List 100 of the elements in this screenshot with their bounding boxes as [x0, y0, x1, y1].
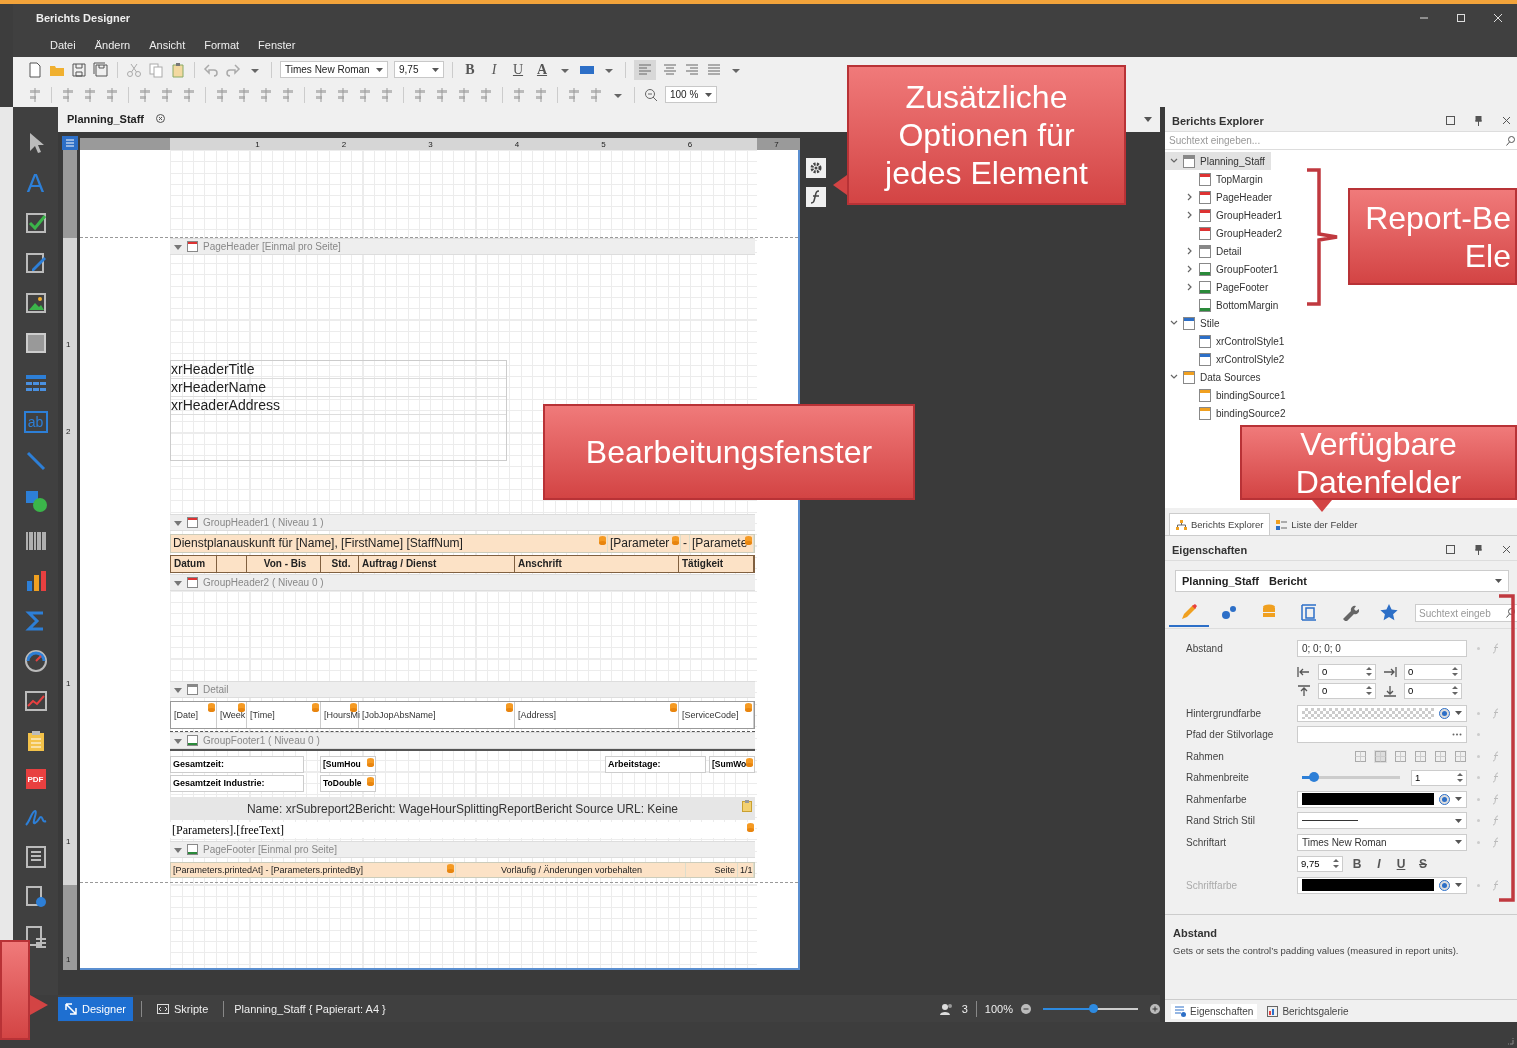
font-dropdown[interactable]: Times New Roman — [280, 61, 388, 78]
report-cell[interactable]: [Address] — [515, 702, 679, 728]
column-header[interactable]: Std. — [321, 556, 359, 572]
menu-item[interactable]: Format — [204, 38, 240, 51]
tree-item[interactable]: Stile — [1165, 314, 1226, 332]
tree-item[interactable]: xrControlStyle2 — [1181, 350, 1291, 368]
italic-button[interactable]: I — [1371, 856, 1387, 871]
italic-button[interactable]: I — [485, 61, 503, 78]
menu-item[interactable]: Datei — [50, 38, 76, 51]
font-size-dropdown[interactable]: 9,75 — [394, 61, 444, 78]
tree-item[interactable]: GroupFooter1 — [1181, 260, 1285, 278]
font-color-button[interactable]: A — [533, 61, 551, 78]
underline-button[interactable]: U — [509, 61, 527, 78]
column-header[interactable]: Auftrag / Dienst — [359, 556, 515, 572]
report-cell[interactable]: [Paramete — [690, 535, 754, 552]
mode-tab[interactable]: Skripte — [150, 996, 216, 1021]
tree-label: BottomMargin — [1216, 299, 1279, 311]
report-cell[interactable]: [SumHou — [320, 756, 376, 773]
tree-item[interactable]: Planning_Staff — [1165, 152, 1271, 170]
mode-tab[interactable]: Designer — [58, 996, 134, 1021]
panel-tab[interactable]: Berichts Explorer — [1169, 513, 1271, 535]
report-cell[interactable]: [Parameters.printedAt] - [Parameters.printedBy] — [171, 863, 456, 877]
bold-button[interactable]: B — [461, 61, 479, 78]
report-cell[interactable]: [HoursMi — [321, 702, 359, 728]
number-spinner[interactable]: 0 — [1404, 682, 1462, 699]
tree-item[interactable]: PageHeader — [1181, 188, 1279, 206]
tree-item[interactable]: GroupHeader1 — [1181, 206, 1289, 224]
tree-item[interactable]: GroupHeader2 — [1181, 224, 1289, 242]
zoom-level: 100% — [984, 1002, 1013, 1015]
panel-tab[interactable]: Berichtsgalerie — [1263, 1003, 1353, 1019]
underline-button[interactable]: U — [1393, 856, 1409, 871]
font-dropdown[interactable]: Times New Roman — [1297, 833, 1467, 851]
tree-label: bindingSource1 — [1216, 389, 1286, 401]
report-cell[interactable]: - — [681, 535, 690, 552]
report-cell[interactable]: [Parameter — [608, 535, 681, 552]
panel-tab[interactable]: Eigenschaften — [1171, 1003, 1258, 1019]
tree-item[interactable]: Detail — [1181, 242, 1248, 260]
callout-box: Zusätzliche Optionen für jedes Element — [847, 65, 1126, 205]
report-cell[interactable]: [Date] — [171, 702, 217, 728]
header-field[interactable]: xrHeaderTitle — [171, 361, 506, 379]
band-label: GroupFooter1 ( Niveau 0 ) — [203, 735, 320, 746]
ruler-number: 2 — [340, 139, 348, 149]
ruler-number: 1 — [66, 340, 71, 349]
number-spinner[interactable]: 0 — [1404, 663, 1462, 680]
header-field[interactable]: xrHeaderName — [171, 379, 506, 397]
panel-tab[interactable]: Liste der Felder — [1270, 514, 1364, 535]
panel-title: Eigenschaften — [1172, 543, 1248, 556]
subreport-bar[interactable]: Name: xrSubreport2Bericht: WageHourSplittingReportBericht Source URL: Keine — [170, 797, 755, 820]
tree-label: Data Sources — [1200, 371, 1261, 383]
tree-item[interactable]: xrControlStyle1 — [1181, 332, 1291, 350]
column-header[interactable]: Tätigkeit — [679, 556, 754, 572]
property-label: Rahmenbreite — [1185, 772, 1250, 784]
tree-label: bindingSource2 — [1216, 407, 1286, 419]
pdf-icon[interactable]: PDF — [25, 769, 46, 789]
tree-item[interactable]: Data Sources — [1165, 368, 1267, 386]
number-spinner[interactable]: 0 — [1318, 663, 1376, 680]
header-field[interactable]: xrHeaderAddress — [171, 397, 506, 415]
number-spinner[interactable]: 0 — [1318, 682, 1376, 699]
property-field[interactable]: 0; 0; 0; 0 — [1297, 640, 1467, 658]
bold-button[interactable]: B — [1349, 856, 1365, 871]
document-tab[interactable]: Planning_Staff — [63, 112, 169, 127]
number-spinner[interactable]: 1 — [1411, 769, 1467, 786]
menu-item[interactable]: Ansicht — [149, 38, 186, 51]
ruler-number: 1 — [66, 837, 71, 846]
report-cell[interactable]: [SumWo — [709, 756, 755, 773]
strikethrough-button[interactable]: S — [1415, 856, 1431, 871]
tree-item[interactable]: TopMargin — [1181, 170, 1269, 188]
report-cell[interactable]: [Parameters].[freeText] — [170, 822, 755, 838]
menu-item[interactable]: Fenster — [258, 38, 296, 51]
report-cell[interactable]: [Time] — [247, 702, 321, 728]
report-cell[interactable]: Seite — [686, 863, 738, 877]
report-label[interactable]: Gesamtzeit: — [170, 756, 304, 773]
ruler-number: 4 — [513, 139, 521, 149]
report-cell[interactable]: 1/1 — [738, 863, 754, 877]
report-cell[interactable]: Dienstplanauskunft für [Name], [FirstName] [StaffNum] — [171, 535, 608, 552]
column-header[interactable]: Anschrift — [515, 556, 679, 572]
property-label: Hintergrundfarbe — [1185, 707, 1263, 719]
tree-item[interactable]: bindingSource1 — [1181, 386, 1292, 404]
report-cell[interactable]: [Week — [217, 702, 247, 728]
tree-item[interactable]: BottomMargin — [1181, 296, 1285, 314]
report-cell[interactable]: [JobJopAbsName] — [359, 702, 515, 728]
report-cell[interactable]: [ServiceCode] — [679, 702, 754, 728]
column-header[interactable]: Datum — [171, 556, 217, 572]
font-size-spinner[interactable]: 9,75 — [1297, 855, 1343, 872]
menu-item[interactable]: Ändern — [94, 38, 131, 51]
ruler-number: 5 — [600, 139, 607, 149]
window-title: Berichts Designer — [36, 12, 131, 24]
ruler-number: 7 — [773, 139, 780, 149]
zoom-dropdown[interactable]: 100 % — [665, 86, 717, 103]
ruler-number: 3 — [427, 139, 434, 149]
column-header[interactable]: Von - Bis — [247, 556, 321, 572]
object-dropdown[interactable]: Planning_Staff Bericht — [1175, 570, 1509, 592]
report-label[interactable]: Arbeitstage: — [605, 756, 706, 773]
description-text: Gets or sets the control’s padding values (measured in report units). — [1173, 945, 1460, 956]
report-cell[interactable]: Vorläufig / Änderungen vorbehalten — [456, 863, 686, 877]
report-cell[interactable]: ToDouble — [320, 775, 376, 792]
property-label: Rahmen — [1185, 750, 1225, 762]
report-label[interactable]: Gesamtzeit Industrie: — [170, 775, 304, 792]
tree-item[interactable]: PageFooter — [1181, 278, 1275, 296]
tree-item[interactable]: bindingSource2 — [1181, 404, 1292, 422]
